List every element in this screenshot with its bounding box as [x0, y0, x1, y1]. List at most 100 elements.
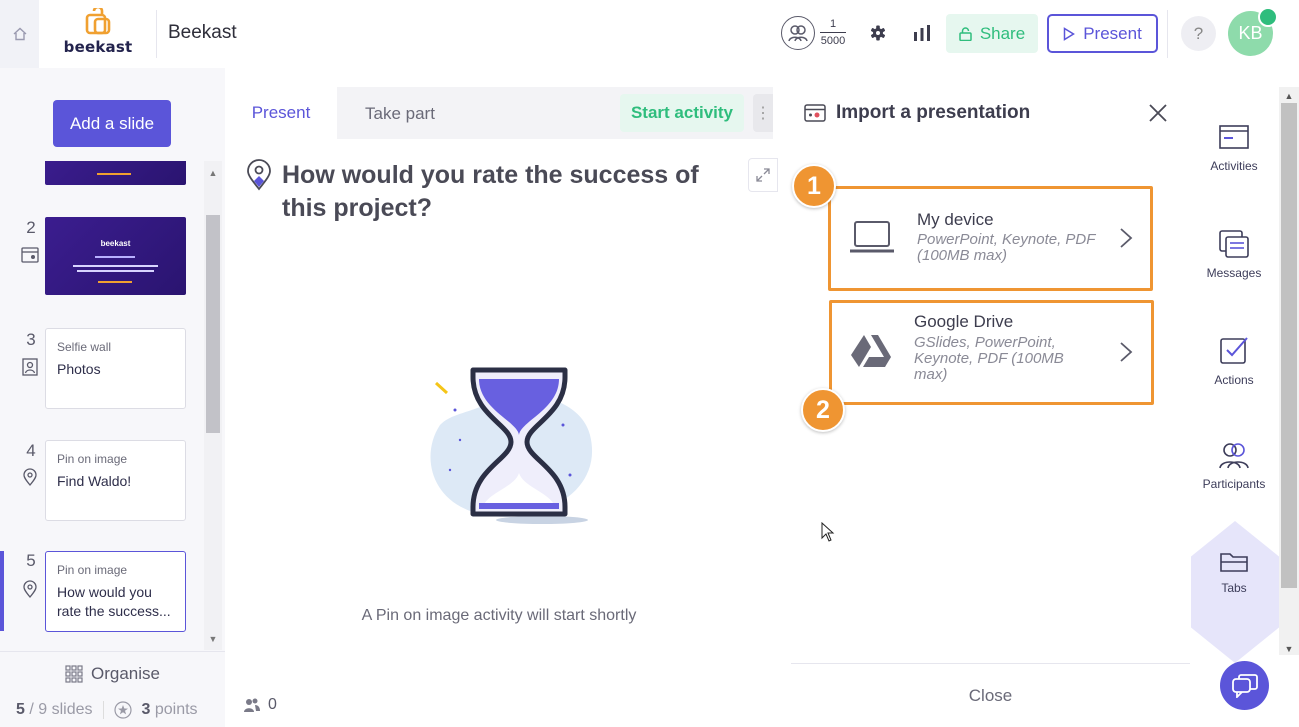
slide-number: 2 — [26, 218, 36, 237]
more-options-button[interactable]: ⋮ — [753, 94, 773, 132]
organise-button[interactable]: Organise — [0, 651, 225, 695]
option-subtitle-line: GSlides, PowerPoint, — [914, 334, 1056, 351]
slide-thumbnail-5: Pin on image How would you rate the succ… — [45, 551, 186, 632]
slide-total: / 9 slides — [29, 701, 93, 718]
option-subtitle-line: max) — [914, 366, 948, 383]
slide-thumbnail-3: Selfie wall Photos — [45, 328, 186, 409]
slide-type: Selfie wall — [57, 340, 112, 354]
active-slide-indicator — [0, 551, 4, 631]
waiting-message: A Pin on image activity will start short… — [361, 607, 637, 624]
thumb-line — [95, 256, 135, 258]
participants-max: 5000 — [820, 35, 846, 47]
stats-button[interactable] — [912, 23, 932, 43]
slide-thumbnail-1[interactable] — [45, 161, 186, 185]
activities-icon — [1219, 125, 1249, 149]
slide-type: Pin on image — [57, 563, 128, 577]
messages-icon — [1219, 230, 1249, 258]
thumb-line — [77, 270, 154, 272]
option-title: My device — [917, 210, 994, 229]
close-button[interactable]: Close — [791, 663, 1190, 727]
slide-title: How would you rate the success... — [57, 584, 171, 619]
rail-label: Tabs — [1221, 581, 1247, 595]
option-subtitle-line: (100MB max) — [917, 247, 1008, 264]
slide-thumbnail-4: Pin on image Find Waldo! — [45, 440, 186, 521]
share-button[interactable]: Share — [946, 14, 1038, 53]
page-title: Beekast — [168, 22, 237, 43]
thumb-logo-text: beekast — [100, 239, 131, 248]
current-slide: 5 — [16, 701, 25, 718]
tab-present[interactable]: Present — [225, 87, 337, 139]
lock-icon — [959, 26, 972, 41]
grid-icon — [65, 664, 83, 683]
organise-label: Organise — [91, 663, 160, 683]
divider — [102, 701, 104, 719]
start-activity-button[interactable]: Start activity — [620, 94, 744, 132]
hourglass-illustration — [430, 367, 593, 524]
participants-icon — [244, 698, 260, 712]
present-button[interactable]: Present — [1047, 14, 1158, 53]
page-scrollbar-thumb[interactable] — [1281, 103, 1297, 588]
expand-button[interactable] — [748, 158, 778, 192]
slide-number: 5 — [26, 551, 36, 570]
star-icon — [113, 701, 132, 719]
question-title: How would you rate the success of this p… — [282, 161, 699, 222]
chat-icon — [1231, 673, 1258, 698]
right-rail: Activities Messages Actions Participants… — [1190, 68, 1279, 727]
thumb-accent — [97, 173, 131, 175]
add-slide-button[interactable]: Add a slide — [53, 100, 171, 147]
scroll-down-arrow[interactable]: ▼ — [206, 634, 220, 644]
participants-count: 0 — [268, 696, 277, 713]
rail-label: Activities — [1210, 159, 1258, 173]
chat-button[interactable] — [1220, 661, 1269, 710]
present-label: Present — [1083, 23, 1142, 43]
rail-actions[interactable]: Actions — [1190, 335, 1278, 387]
rail-tabs[interactable]: Tabs — [1190, 551, 1278, 595]
panel-header: Import a presentation — [804, 102, 1030, 124]
import-my-device-option[interactable]: My device PowerPoint, Keynote, PDF (100M… — [828, 186, 1153, 291]
option-subtitle: PowerPoint, Keynote, PDF (100MB max) — [917, 232, 1095, 264]
close-icon[interactable] — [1147, 102, 1169, 124]
pin-on-image-icon — [247, 159, 271, 191]
import-google-drive-option[interactable]: Google Drive GSlides, PowerPoint, Keynot… — [829, 300, 1154, 405]
fraction-bar — [820, 32, 846, 33]
logo-text: beekast — [63, 38, 133, 56]
laptop-icon — [850, 221, 894, 253]
home-icon — [13, 27, 26, 41]
divider — [1167, 10, 1168, 58]
rail-activities[interactable]: Activities — [1190, 125, 1278, 173]
option-subtitle-line: Keynote, PDF (100MB — [914, 350, 1064, 367]
help-button[interactable]: ? — [1181, 16, 1216, 51]
beekast-logo[interactable]: beekast — [58, 8, 138, 58]
pin-icon — [23, 468, 37, 487]
option-title: Google Drive — [914, 312, 1014, 331]
slides-scrollbar-thumb[interactable] — [206, 215, 220, 433]
thumb-line — [73, 265, 158, 267]
slide-type: Pin on image — [57, 452, 128, 466]
page-scroll-down-arrow[interactable]: ▼ — [1281, 644, 1297, 654]
scroll-up-arrow[interactable]: ▲ — [206, 168, 220, 178]
slides-panel: Add a slide 2 beekast 3 Selfie wall Phot — [0, 68, 225, 727]
rail-label: Participants — [1202, 477, 1266, 491]
slide-title: Photos — [57, 361, 101, 377]
bar-chart-icon — [914, 25, 930, 41]
checkbox-icon — [1220, 337, 1248, 364]
slide-title: Find Waldo! — [57, 473, 132, 489]
page-scroll-up-arrow[interactable]: ▲ — [1281, 91, 1297, 101]
home-button[interactable] — [0, 0, 39, 68]
google-drive-icon — [851, 335, 891, 367]
selfie-wall-icon — [22, 358, 38, 376]
rail-messages[interactable]: Messages — [1190, 230, 1278, 280]
share-label: Share — [979, 23, 1026, 43]
tab-take-part[interactable]: Take part — [365, 104, 435, 124]
slides-list: 2 beekast 3 Selfie wall Photos 4 Pin on … — [0, 161, 204, 650]
chevron-right-icon — [1120, 228, 1133, 248]
settings-button[interactable] — [868, 23, 888, 43]
rail-participants[interactable]: Participants — [1190, 441, 1278, 491]
participants-badge[interactable] — [781, 16, 815, 50]
participants-icon — [1219, 443, 1249, 469]
top-bar: beekast Beekast 1 5000 Share Present ? K… — [0, 0, 1299, 68]
import-presentation-icon — [804, 104, 826, 122]
activity-preview: Present Take part Start activity ⋮ How w… — [225, 87, 778, 727]
pin-icon — [23, 580, 37, 599]
chevron-right-icon — [1120, 342, 1133, 362]
